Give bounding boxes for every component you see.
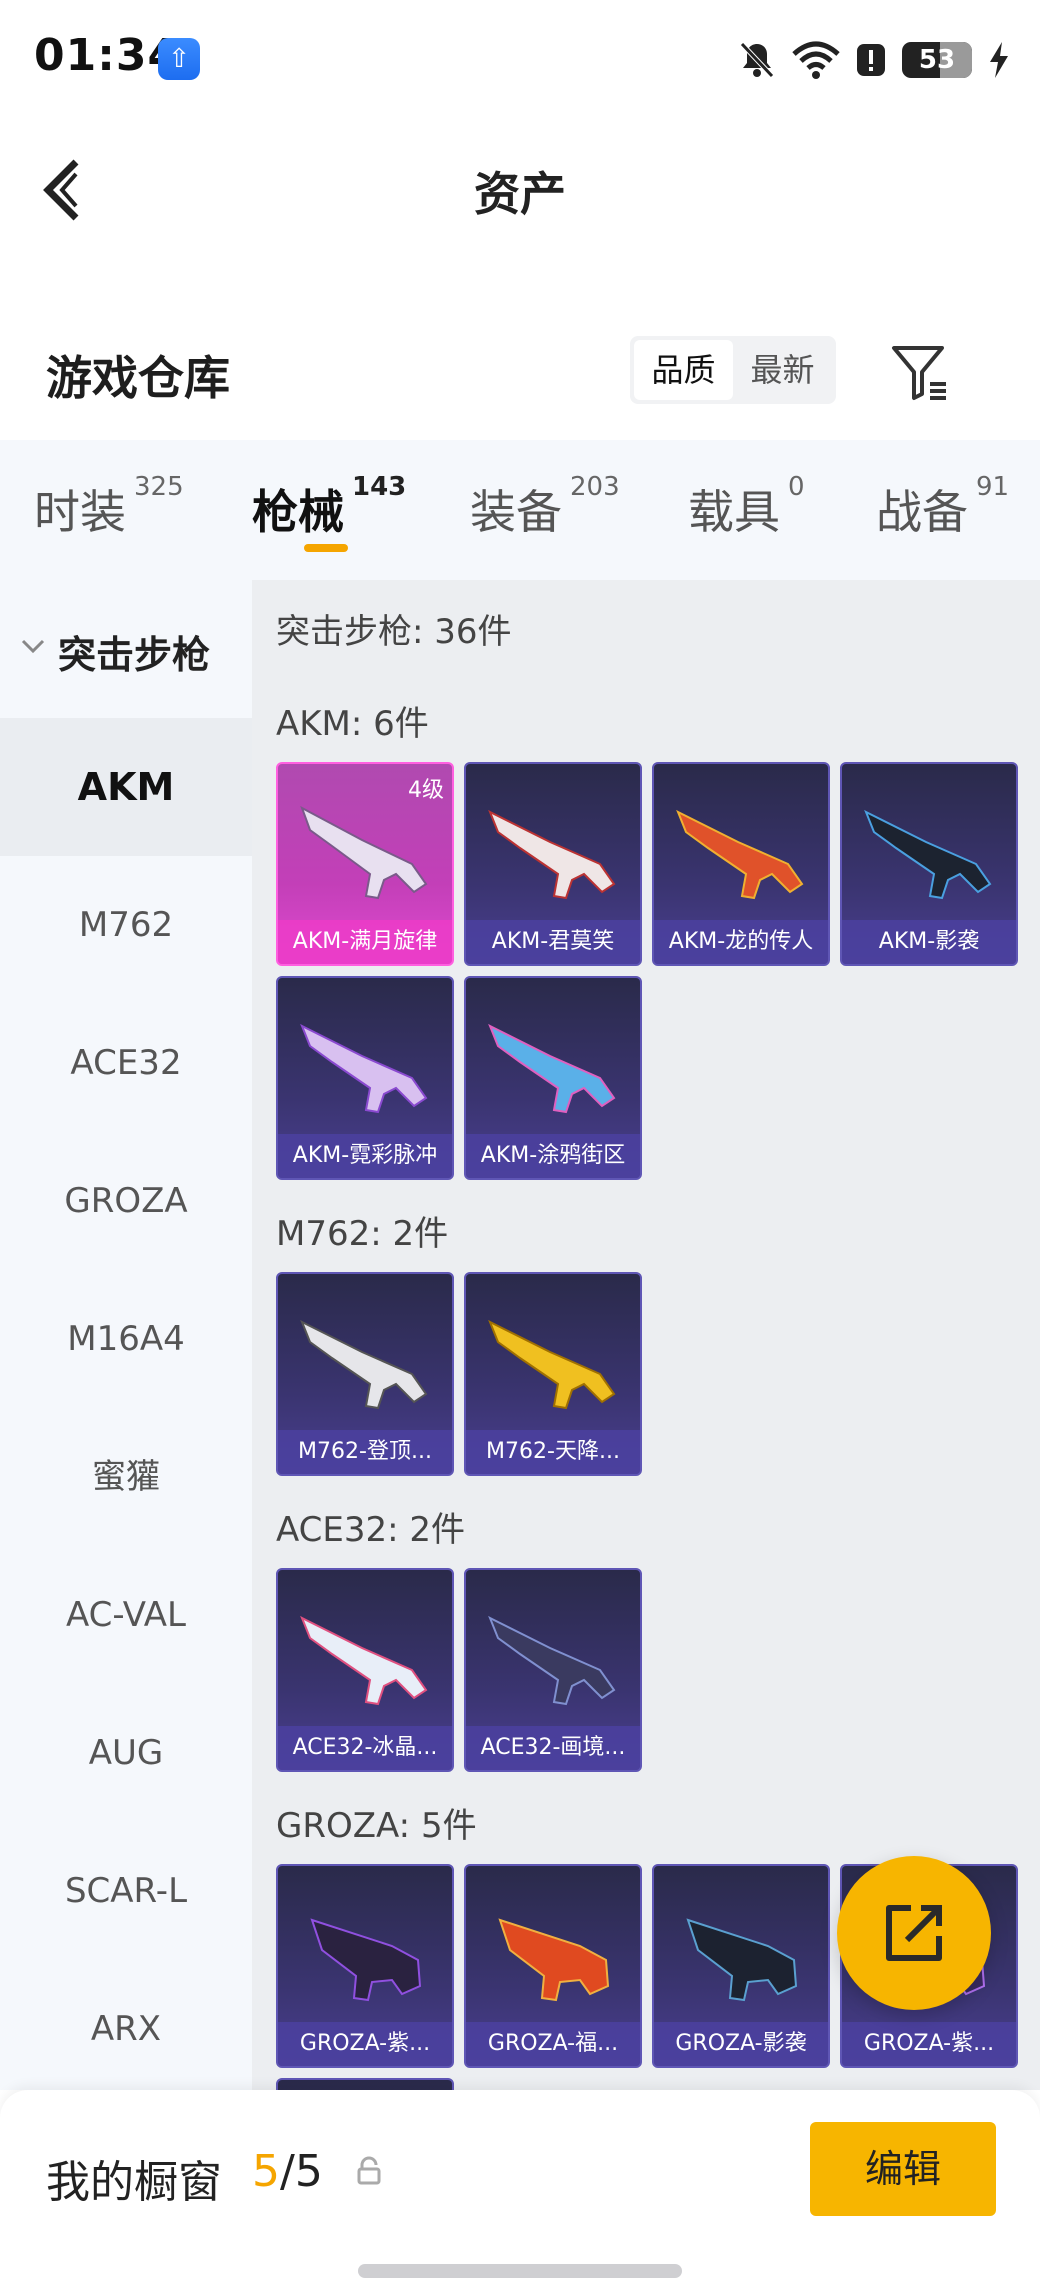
rifle-skin-icon bbox=[300, 1615, 428, 1706]
rifle-skin-icon bbox=[488, 1023, 616, 1114]
weapon-card[interactable]: ACE32-冰晶... bbox=[276, 1568, 454, 1772]
charging-icon bbox=[990, 42, 1008, 78]
sidebar-category[interactable]: 突击步枪 bbox=[0, 580, 252, 720]
active-tab-indicator bbox=[304, 544, 348, 552]
rifle-skin-icon bbox=[676, 809, 804, 900]
rifle-skin-icon bbox=[300, 805, 428, 900]
sidebar-category-label: 突击步枪 bbox=[58, 633, 211, 677]
weapon-name: AKM-君莫笑 bbox=[466, 920, 640, 964]
sidebar-item-honey-badger[interactable]: 蜜獾 bbox=[0, 1408, 252, 1546]
alert-icon bbox=[857, 44, 885, 76]
showcase-label: 我的橱窗 bbox=[46, 2157, 222, 2208]
weapon-name: ACE32-冰晶... bbox=[278, 1726, 452, 1770]
bell-off-icon bbox=[740, 42, 774, 78]
showcase-count: 5/5 bbox=[252, 2146, 323, 2197]
wifi-icon bbox=[792, 41, 840, 79]
weapon-card[interactable]: GROZA-影袭 bbox=[652, 1864, 830, 2068]
weapon-name: M762-登顶... bbox=[278, 1430, 452, 1474]
tab-equipment[interactable]: 装备 203 bbox=[470, 472, 620, 542]
system-icons: 53 bbox=[738, 36, 1010, 84]
rifle-skin-icon bbox=[488, 809, 616, 900]
warehouse-header: 游戏仓库 品质 最新 bbox=[0, 300, 1040, 440]
tab-supplies[interactable]: 战备 91 bbox=[876, 472, 1009, 542]
group-title-groza: GROZA: 5件 bbox=[276, 1806, 477, 1846]
share-edit-icon bbox=[886, 1905, 942, 1961]
weapon-card[interactable]: 4级 AKM-满月旋律 bbox=[276, 762, 454, 966]
battery-indicator: 53 bbox=[902, 42, 972, 78]
rifle-skin-icon bbox=[300, 1023, 428, 1114]
rifle-skin-icon bbox=[488, 1615, 616, 1706]
lock-icon bbox=[357, 2156, 381, 2185]
rifle-skin-icon bbox=[488, 1319, 616, 1410]
weapon-card[interactable]: AKM-君莫笑 bbox=[464, 762, 642, 966]
sort-by-quality[interactable]: 品质 bbox=[634, 340, 733, 400]
weapon-name: GROZA-紫... bbox=[842, 2022, 1016, 2066]
weapon-card[interactable]: AKM-龙的传人 bbox=[652, 762, 830, 966]
sidebar-item-m16a4[interactable]: M16A4 bbox=[0, 1270, 252, 1408]
rifle-skin-icon bbox=[300, 1319, 428, 1410]
home-indicator[interactable] bbox=[358, 2264, 682, 2278]
weapon-name: AKM-影袭 bbox=[842, 920, 1016, 964]
edit-button[interactable]: 编辑 bbox=[810, 2122, 996, 2216]
group-title-akm: AKM: 6件 bbox=[276, 704, 429, 744]
weapon-card[interactable]: GROZA-紫... bbox=[276, 1864, 454, 2068]
weapon-name: AKM-满月旋律 bbox=[278, 920, 452, 964]
sidebar-item-aug[interactable]: AUG bbox=[0, 1684, 252, 1822]
weapon-card[interactable] bbox=[276, 2078, 454, 2090]
group-title-ace32: ACE32: 2件 bbox=[276, 1510, 466, 1550]
category-tabs: 时装 325 枪械 143 装备 203 载具 0 战备 91 bbox=[0, 440, 1040, 580]
sidebar-item-m762[interactable]: M762 bbox=[0, 856, 252, 994]
sidebar-item-akm[interactable]: AKM bbox=[0, 718, 252, 856]
weapon-name: AKM-龙的传人 bbox=[654, 920, 828, 964]
level-badge: 4级 bbox=[408, 778, 444, 803]
sidebar-item-ac-val[interactable]: AC-VAL bbox=[0, 1546, 252, 1684]
content-title: 突击步枪: 36件 bbox=[276, 612, 512, 652]
share-fab[interactable] bbox=[837, 1856, 991, 2010]
weapon-card[interactable]: AKM-影袭 bbox=[840, 762, 1018, 966]
warehouse-title: 游戏仓库 bbox=[46, 351, 230, 405]
sidebar-item-scar-l[interactable]: SCAR-L bbox=[0, 1822, 252, 1960]
sort-by-newest[interactable]: 最新 bbox=[733, 340, 832, 400]
weapon-card[interactable]: AKM-涂鸦街区 bbox=[464, 976, 642, 1180]
filter-icon bbox=[892, 346, 946, 400]
weapon-name: M762-天降... bbox=[466, 1430, 640, 1474]
sort-toggle: 品质 最新 bbox=[630, 336, 836, 404]
group-title-m762: M762: 2件 bbox=[276, 1214, 449, 1254]
chevron-down-icon bbox=[21, 639, 45, 654]
rifle-skin-icon bbox=[310, 1918, 422, 2002]
rifle-skin-icon bbox=[498, 1918, 610, 2002]
page-header: 资产 bbox=[0, 120, 1040, 250]
showcase-bar: 我的橱窗 5/5 编辑 bbox=[0, 2090, 1040, 2295]
upload-badge-icon: ⇧ bbox=[158, 38, 200, 80]
weapon-name: AKM-涂鸦街区 bbox=[466, 1134, 640, 1178]
weapon-name: GROZA-紫... bbox=[278, 2022, 452, 2066]
weapon-card[interactable]: M762-天降... bbox=[464, 1272, 642, 1476]
weapon-card[interactable]: AKM-霓彩脉冲 bbox=[276, 976, 454, 1180]
weapon-name: GROZA-福... bbox=[466, 2022, 640, 2066]
tab-firearms[interactable]: 枪械 143 bbox=[252, 472, 406, 542]
sidebar-item-ace32[interactable]: ACE32 bbox=[0, 994, 252, 1132]
weapon-card[interactable]: M762-登顶... bbox=[276, 1272, 454, 1476]
tab-outfits[interactable]: 时装 325 bbox=[34, 472, 184, 542]
weapon-card[interactable]: GROZA-福... bbox=[464, 1864, 642, 2068]
weapon-name: AKM-霓彩脉冲 bbox=[278, 1134, 452, 1178]
rifle-skin-icon bbox=[864, 809, 992, 900]
sidebar-item-groza[interactable]: GROZA bbox=[0, 1132, 252, 1270]
weapon-card[interactable]: ACE32-画境... bbox=[464, 1568, 642, 1772]
status-bar: 01:34 ⇧ 53 bbox=[0, 0, 1040, 120]
tab-vehicles[interactable]: 载具 0 bbox=[688, 472, 805, 542]
weapon-sidebar: 突击步枪 AKM M762 ACE32 GROZA M16A4 蜜獾 AC-VA… bbox=[0, 580, 252, 2090]
rifle-skin-icon bbox=[686, 1918, 798, 2002]
filter-button[interactable] bbox=[888, 340, 952, 404]
sidebar-item-arx[interactable]: ARX bbox=[0, 1960, 252, 2090]
weapon-name: GROZA-影袭 bbox=[654, 2022, 828, 2066]
page-title: 资产 bbox=[474, 167, 566, 221]
weapon-name: ACE32-画境... bbox=[466, 1726, 640, 1770]
